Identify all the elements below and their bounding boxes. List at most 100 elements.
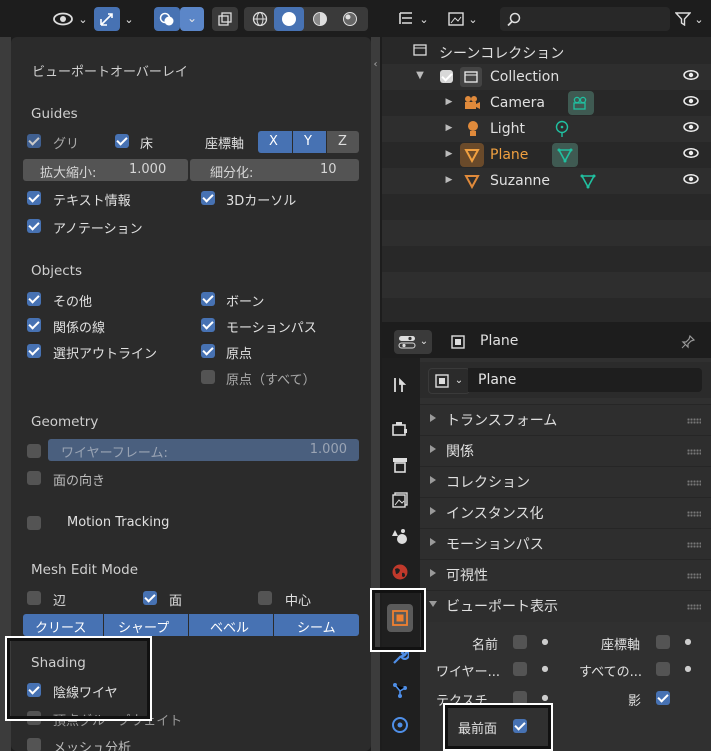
outliner-row-collection[interactable]: ▼ Collection: [382, 64, 711, 90]
eye-icon[interactable]: [683, 69, 699, 80]
object-name-input[interactable]: Plane: [468, 368, 702, 392]
display-mode-icon[interactable]: [394, 8, 418, 30]
chevron-down-icon[interactable]: ⌄: [76, 7, 90, 31]
solid-shading-button[interactable]: [274, 7, 304, 31]
keyframe-dot-icon[interactable]: ●: [540, 692, 550, 704]
bones-checkbox[interactable]: [201, 292, 215, 306]
panel-motion-paths[interactable]: モーションパス: [420, 528, 711, 560]
eye-icon[interactable]: [683, 95, 699, 106]
camera-data-icon[interactable]: [568, 91, 594, 115]
pin-icon[interactable]: [678, 332, 698, 352]
drag-handle-icon[interactable]: [687, 573, 701, 579]
collection-exclude-checkbox[interactable]: [440, 70, 453, 83]
tab-scene[interactable]: [385, 521, 415, 551]
tab-render[interactable]: [385, 414, 415, 444]
seam-toggle[interactable]: シーム: [274, 614, 359, 636]
axis-z-toggle[interactable]: Z: [327, 131, 359, 153]
chevron-down-icon[interactable]: ⌄: [693, 8, 705, 30]
panel-transform[interactable]: トランスフォーム: [420, 404, 711, 436]
expand-arrow-icon[interactable]: ▶: [444, 147, 454, 161]
overlay-dropdown-button[interactable]: ⌄: [180, 7, 204, 31]
eye-icon[interactable]: [683, 121, 699, 132]
drag-handle-icon[interactable]: [687, 604, 701, 610]
material-shading-icon[interactable]: [306, 7, 334, 31]
panel-visibility[interactable]: 可視性: [420, 559, 711, 591]
face-orientation-checkbox[interactable]: [27, 471, 41, 485]
scene-collection-row[interactable]: シーンコレクション: [382, 38, 711, 64]
eye-icon[interactable]: [50, 7, 76, 31]
panel-viewport-display[interactable]: ビューポート表示: [420, 590, 711, 622]
show-name-checkbox[interactable]: [513, 635, 527, 649]
relationship-lines-checkbox[interactable]: [27, 318, 41, 332]
origins-all-checkbox[interactable]: [201, 370, 215, 384]
tab-world[interactable]: [385, 557, 415, 587]
show-wire-checkbox[interactable]: [513, 662, 527, 676]
drag-handle-icon[interactable]: [687, 480, 701, 486]
chevron-down-icon[interactable]: ⌄: [122, 7, 136, 31]
grid-scale-field[interactable]: 拡大縮小: 1.000: [23, 159, 188, 181]
tab-particles[interactable]: [385, 675, 415, 705]
bevel-toggle[interactable]: ベベル: [189, 614, 273, 636]
eye-icon[interactable]: [683, 147, 699, 158]
motion-paths-checkbox[interactable]: [201, 318, 215, 332]
wireframe-checkbox[interactable]: [27, 444, 41, 458]
grid-checkbox[interactable]: [27, 134, 41, 148]
crease-toggle[interactable]: クリース: [23, 614, 103, 636]
floor-checkbox[interactable]: [115, 134, 129, 148]
mesh-data-icon[interactable]: [552, 143, 578, 167]
gizmo-toggle-button[interactable]: [94, 7, 120, 31]
sharp-toggle[interactable]: シャープ: [104, 614, 188, 636]
xray-button[interactable]: [212, 7, 238, 31]
outliner-row-camera[interactable]: ▶ Camera: [382, 90, 711, 116]
mesh-analysis-checkbox[interactable]: [27, 738, 41, 751]
extras-checkbox[interactable]: [27, 292, 41, 306]
panel-relations[interactable]: 関係: [420, 435, 711, 467]
keyframe-dot-icon[interactable]: ●: [683, 663, 693, 675]
text-info-checkbox[interactable]: [27, 191, 41, 205]
overlay-toggle-button[interactable]: [154, 7, 180, 31]
show-all-edges-checkbox[interactable]: [656, 662, 670, 676]
expand-arrow-icon[interactable]: ▶: [444, 95, 454, 109]
show-texture-space-checkbox[interactable]: [513, 691, 527, 705]
eye-icon[interactable]: [683, 173, 699, 184]
chevron-down-icon[interactable]: ⌄: [467, 8, 479, 30]
tab-view-layer[interactable]: [385, 485, 415, 515]
drag-handle-icon[interactable]: [687, 542, 701, 548]
3d-cursor-checkbox[interactable]: [201, 191, 215, 205]
motion-tracking-checkbox[interactable]: [27, 516, 41, 530]
editor-type-button[interactable]: ⌄: [394, 330, 432, 354]
funnel-icon[interactable]: [672, 8, 694, 30]
filter-view-icon[interactable]: [444, 8, 468, 30]
panel-instancing[interactable]: インスタンス化: [420, 497, 711, 529]
annotation-checkbox[interactable]: [27, 219, 41, 233]
light-data-icon[interactable]: [552, 119, 572, 139]
drag-handle-icon[interactable]: [687, 511, 701, 517]
panel-collections[interactable]: コレクション: [420, 466, 711, 498]
tab-physics[interactable]: [385, 710, 415, 740]
outliner-row-suzanne[interactable]: ▶ Suzanne: [382, 168, 711, 194]
outliner-row-plane[interactable]: ▶ Plane: [382, 142, 711, 168]
wireframe-shading-icon[interactable]: [246, 7, 274, 31]
expand-arrow-icon[interactable]: ▶: [444, 121, 454, 135]
expand-arrow-icon[interactable]: ▶: [444, 173, 454, 187]
axis-x-toggle[interactable]: X: [258, 131, 292, 153]
search-input[interactable]: [500, 7, 670, 31]
edge-checkbox[interactable]: [27, 591, 41, 605]
object-data-browse-button[interactable]: ⌄: [428, 368, 470, 394]
wireframe-threshold-slider[interactable]: ワイヤーフレーム: 1.000: [48, 439, 359, 461]
drag-handle-icon[interactable]: [687, 449, 701, 455]
tab-tool[interactable]: [385, 370, 415, 400]
drag-handle-icon[interactable]: [687, 418, 701, 424]
show-axes-checkbox[interactable]: [656, 635, 670, 649]
face-checkbox[interactable]: [143, 591, 157, 605]
outline-selected-checkbox[interactable]: [27, 344, 41, 358]
shadow-checkbox[interactable]: [656, 691, 670, 705]
grid-subdivisions-field[interactable]: 細分化: 10: [190, 159, 359, 181]
chevron-down-icon[interactable]: ⌄: [418, 8, 430, 30]
origins-checkbox[interactable]: [201, 344, 215, 358]
keyframe-dot-icon[interactable]: ●: [683, 636, 693, 648]
mesh-data-icon[interactable]: [578, 171, 598, 191]
axis-y-toggle[interactable]: Y: [293, 131, 326, 153]
keyframe-dot-icon[interactable]: ●: [540, 636, 550, 648]
center-checkbox[interactable]: [258, 591, 272, 605]
